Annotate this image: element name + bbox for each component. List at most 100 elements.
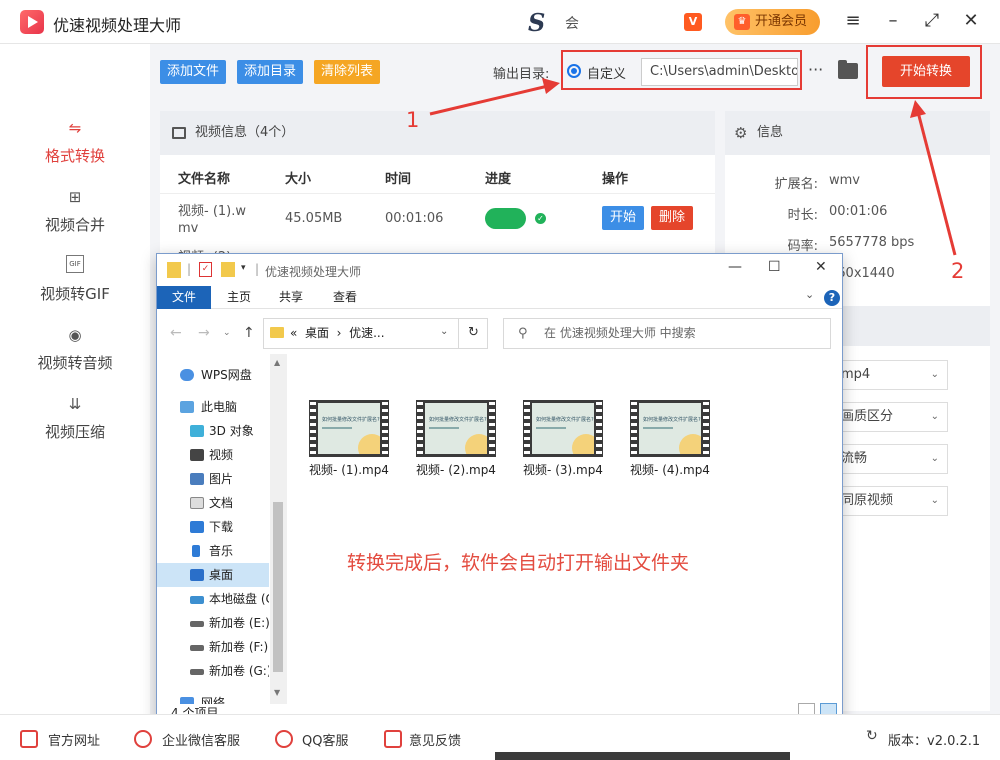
- file-name-1[interactable]: 视频- (1).mp4: [304, 461, 394, 478]
- drive-icon: [190, 596, 204, 604]
- forward-arrow-icon[interactable]: →: [198, 325, 210, 341]
- file-name-3[interactable]: 视频- (3).mp4: [518, 461, 608, 478]
- properties-icon[interactable]: ✓: [199, 262, 212, 277]
- file-thumbnail-4[interactable]: 如何批量修改文件扩展名?: [630, 400, 710, 457]
- add-directory-button[interactable]: 添加目录: [237, 60, 304, 84]
- nav-item-volume-e[interactable]: 新加卷 (E:): [157, 611, 269, 635]
- qq-service-link[interactable]: QQ客服: [302, 730, 348, 749]
- sidebar-item-format-convert[interactable]: ⇋ 格式转换: [0, 117, 150, 177]
- file-thumbnail-3[interactable]: 如何批量修改文件扩展名?: [523, 400, 603, 457]
- address-overflow[interactable]: «: [290, 326, 297, 340]
- thumb-bar: [322, 427, 352, 429]
- nav-item-volume-g[interactable]: 新加卷 (G:): [157, 659, 269, 683]
- nav-item-volume-f[interactable]: 新加卷 (F:): [157, 635, 269, 659]
- nav-item-this-pc[interactable]: 此电脑: [157, 395, 269, 419]
- computer-icon: [180, 401, 194, 413]
- scroll-down-icon[interactable]: ▼: [274, 688, 280, 697]
- folder-icon: [270, 327, 284, 338]
- film-holes: [524, 402, 530, 455]
- film-icon: [190, 449, 204, 461]
- search-placeholder: 在 优速视频处理大师 中搜索: [544, 326, 696, 340]
- new-folder-icon[interactable]: [221, 262, 235, 277]
- quality-select[interactable]: 画质区分 ⌄: [840, 402, 948, 432]
- sidebar-item-merge[interactable]: ⊞ 视频合并: [0, 186, 150, 246]
- fluency-select-value: 流畅: [841, 451, 868, 466]
- file-thumbnail-1[interactable]: 如何批量修改文件扩展名?: [309, 400, 389, 457]
- nav-item-videos[interactable]: 视频: [157, 443, 269, 467]
- info-panel-header: 信息: [725, 111, 990, 155]
- sidebar-item-gif[interactable]: GIF 视频转GIF: [0, 255, 150, 315]
- nav-item-downloads[interactable]: 下载: [157, 515, 269, 539]
- scroll-up-icon[interactable]: ▲: [274, 358, 280, 367]
- quick-access-dropdown-icon[interactable]: ▾: [241, 263, 246, 273]
- film-holes: [417, 402, 423, 455]
- add-file-button[interactable]: 添加文件: [160, 60, 227, 84]
- open-vip-button[interactable]: ♛ 开通会员: [725, 9, 820, 35]
- title-bar: 优速视频处理大师 S 会 V ♛ 开通会员 ≡ – ⤢ ✕: [0, 0, 1000, 44]
- nav-item-3d[interactable]: 3D 对象: [157, 419, 269, 443]
- file-name-2[interactable]: 视频- (2).mp4: [411, 461, 501, 478]
- tab-share[interactable]: 共享: [279, 286, 303, 309]
- desktop-icon: [190, 569, 204, 581]
- explorer-minimize-button[interactable]: —: [728, 259, 742, 275]
- expand-ribbon-icon[interactable]: ⌄: [805, 288, 814, 301]
- feedback-link[interactable]: 意见反馈: [409, 730, 461, 749]
- address-bar[interactable]: « 桌面 › 优速...: [263, 318, 488, 349]
- clear-list-button[interactable]: 清除列表: [314, 60, 381, 84]
- vip-badge-icon[interactable]: V: [684, 13, 702, 31]
- recent-dropdown-icon[interactable]: ⌄: [223, 328, 231, 338]
- image-icon: [172, 127, 186, 139]
- file-name-4[interactable]: 视频- (4).mp4: [625, 461, 715, 478]
- search-input[interactable]: ⚲ 在 优速视频处理大师 中搜索: [503, 318, 831, 349]
- thumb-blob: [679, 434, 701, 454]
- convert-icon: ⇋: [68, 119, 82, 137]
- minimize-button[interactable]: –: [881, 8, 905, 34]
- address-desktop[interactable]: 桌面: [305, 326, 329, 340]
- website-link[interactable]: 官方网址: [48, 730, 100, 749]
- help-icon[interactable]: ?: [824, 290, 840, 306]
- sidebar-item-compress[interactable]: ⇊ 视频压缩: [0, 393, 150, 453]
- maximize-button[interactable]: ⤢: [920, 8, 944, 34]
- custom-radio[interactable]: [567, 64, 581, 78]
- explorer-maximize-button[interactable]: ☐: [768, 259, 781, 275]
- open-folder-icon[interactable]: [838, 60, 858, 79]
- nav-item-documents[interactable]: 文档: [157, 491, 269, 515]
- nav-item-wps[interactable]: WPS网盘: [157, 363, 269, 387]
- wechat-service-link[interactable]: 企业微信客服: [162, 730, 240, 749]
- nav-label: 新加卷 (G:): [209, 664, 269, 678]
- start-convert-button[interactable]: 开始转换: [882, 56, 970, 87]
- address-dropdown-icon[interactable]: ⌄: [440, 326, 448, 337]
- user-logo-icon[interactable]: S: [528, 8, 545, 37]
- app-title: 优速视频处理大师: [53, 16, 182, 35]
- file-thumbnail-2[interactable]: 如何批量修改文件扩展名?: [416, 400, 496, 457]
- refresh-icon[interactable]: ↻: [458, 318, 488, 349]
- sidebar-item-audio[interactable]: ◉ 视频转音频: [0, 324, 150, 384]
- row1-size: 45.05MB: [285, 211, 343, 226]
- up-arrow-icon[interactable]: ↑: [243, 325, 255, 341]
- row1-start-button[interactable]: 开始: [602, 206, 645, 230]
- back-arrow-icon[interactable]: ←: [170, 325, 182, 341]
- scroll-thumb[interactable]: [273, 502, 283, 672]
- row1-delete-button[interactable]: 删除: [651, 206, 694, 230]
- menu-icon[interactable]: ≡: [841, 8, 865, 34]
- close-button[interactable]: ✕: [959, 8, 983, 34]
- tab-view[interactable]: 查看: [333, 286, 357, 309]
- nav-item-desktop[interactable]: 桌面: [157, 563, 269, 587]
- nav-item-music[interactable]: 音乐: [157, 539, 269, 563]
- nav-item-pictures[interactable]: 图片: [157, 467, 269, 491]
- format-select[interactable]: mp4 ⌄: [840, 360, 948, 390]
- drive-icon: [190, 669, 204, 675]
- tab-file[interactable]: 文件: [157, 286, 211, 309]
- address-folder[interactable]: 优速...: [349, 326, 384, 340]
- nav-item-network[interactable]: 网络: [157, 691, 269, 704]
- more-options-icon[interactable]: ···: [808, 60, 823, 79]
- explorer-close-button[interactable]: ✕: [815, 259, 827, 275]
- nav-item-local-disk[interactable]: 本地磁盘 (C: [157, 587, 269, 611]
- nav-scrollbar[interactable]: ▲ ▼: [270, 354, 287, 704]
- resolution-select[interactable]: 同原视频 ⌄: [840, 486, 948, 516]
- user-name[interactable]: 会: [565, 13, 579, 33]
- tab-home[interactable]: 主页: [227, 286, 251, 309]
- nav-label: 此电脑: [201, 400, 238, 414]
- fluency-select[interactable]: 流畅 ⌄: [840, 444, 948, 474]
- output-path-input[interactable]: C:\Users\admin\Deskto: [641, 58, 798, 86]
